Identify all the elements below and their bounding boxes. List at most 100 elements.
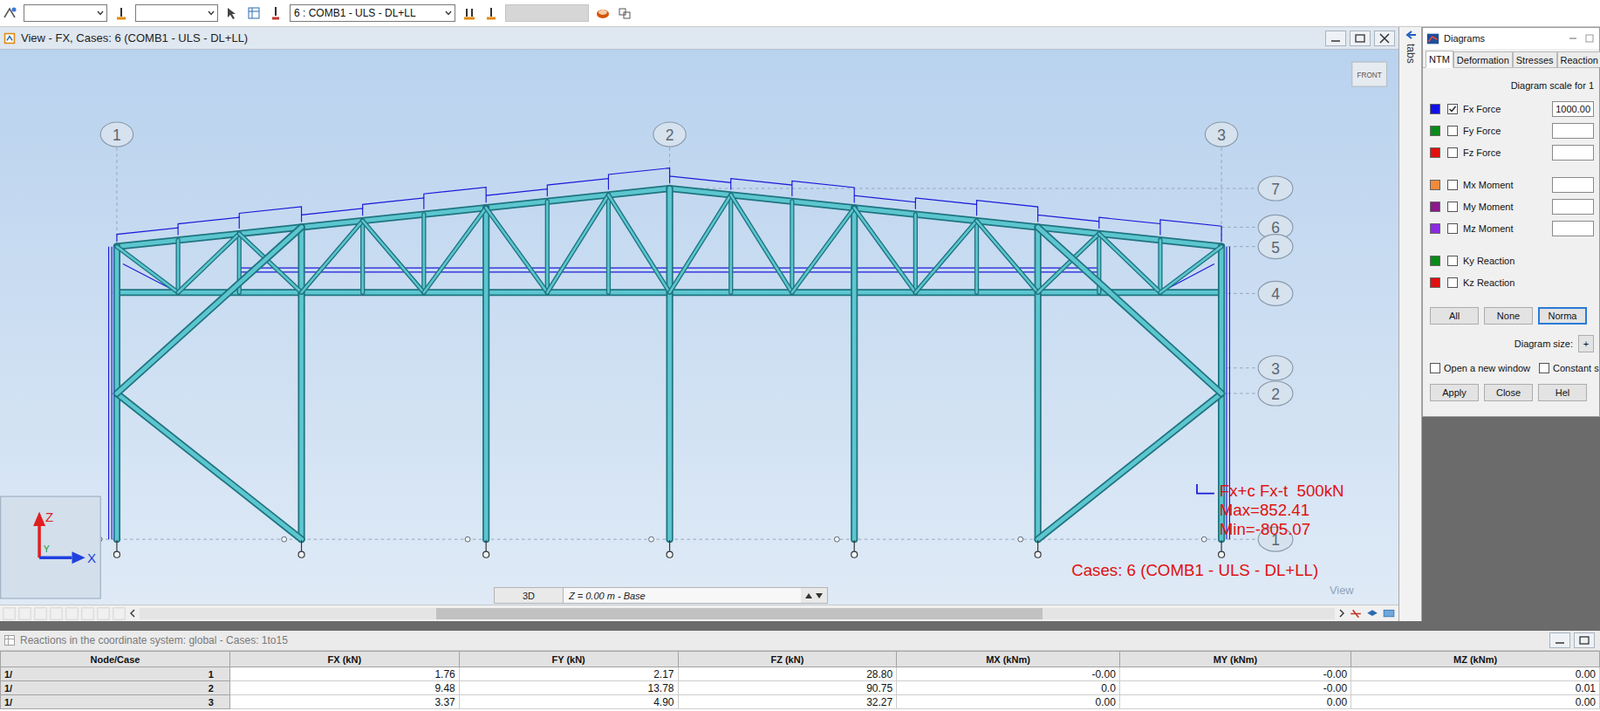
scale-input[interactable] [1552,220,1594,237]
mode-tab[interactable]: 3D [494,588,564,603]
structure-view[interactable]: 1237654321FRONTFx+c Fx-t 500kNMax=852.41… [0,49,1399,605]
node-icon[interactable] [113,5,130,21]
color-swatch[interactable] [1429,147,1441,158]
diagram-checkbox[interactable] [1447,255,1458,267]
steel-icon[interactable] [81,607,95,621]
frame-member[interactable] [669,188,671,540]
frame-member[interactable] [1038,233,1100,293]
size-plus-button[interactable]: + [1578,335,1594,353]
column-header[interactable]: MY (kNm) [1119,651,1351,668]
mode-icon[interactable] [96,607,110,621]
cursor-icon[interactable] [224,5,240,21]
minimize-icon[interactable] [1325,30,1347,47]
frame-member[interactable] [485,207,487,540]
support-icon[interactable] [483,540,490,558]
diagram-checkbox[interactable] [1447,201,1458,212]
base-node[interactable] [1201,536,1207,542]
frame-member[interactable] [670,188,1222,247]
frame-member[interactable] [976,220,978,293]
option-checkbox[interactable] [1429,362,1441,374]
support-icon[interactable] [298,540,305,558]
support-icon[interactable] [851,540,858,558]
diagram-checkbox[interactable] [1447,125,1458,137]
view-cube[interactable]: FRONT [1352,61,1388,87]
steel-icon[interactable] [594,5,611,21]
frame-member[interactable] [423,207,486,293]
option-checkbox[interactable] [1538,362,1550,374]
horizontal-scrollbar[interactable] [139,608,1335,620]
table-icon[interactable] [34,607,48,621]
column-header[interactable]: FZ (kN) [677,651,897,668]
frame-member[interactable] [116,246,178,294]
minimize-icon[interactable] [1549,632,1571,649]
frame-member[interactable] [1038,226,1222,394]
preset-button[interactable]: Norma [1538,307,1587,325]
combo-icon[interactable] [461,5,478,21]
diagrams-tab[interactable]: Reaction [1557,51,1600,68]
maximize-icon[interactable] [1349,30,1371,47]
toolbar-combo[interactable]: 6 : COMB1 - ULS - DL+LL [289,4,456,22]
base-node[interactable] [464,536,471,542]
dropdown-arrow-icon[interactable] [206,8,216,18]
action-button[interactable]: Hel [1538,383,1587,402]
dropdown-arrow-icon[interactable] [95,8,105,18]
color-swatch[interactable] [1429,179,1441,191]
frame-member[interactable] [915,214,917,294]
frame-member[interactable] [362,220,363,293]
frame-member[interactable] [116,188,671,247]
frame-member[interactable] [791,201,793,293]
column-header[interactable]: FX (kN) [229,651,459,668]
toolbar-combo[interactable] [23,4,108,22]
tabs-label[interactable]: tabs [1404,43,1417,64]
action-button[interactable]: Apply [1429,383,1479,402]
canvas[interactable]: 1237654321FRONTFx+c Fx-t 500kNMax=852.41… [0,49,1399,605]
frame-member[interactable] [854,207,855,540]
frame-member[interactable] [608,194,609,293]
action-button[interactable]: Close [1483,383,1533,402]
frame-member[interactable] [547,194,609,293]
base-node[interactable] [1018,536,1024,542]
node-icon[interactable] [18,607,32,621]
table-row[interactable]: 1/29.4813.7890.750.0-0.000.01 [0,681,1600,696]
frame-member[interactable] [977,220,1039,293]
mode-icon[interactable] [616,5,633,21]
close-icon[interactable] [1374,30,1395,47]
preset-button[interactable]: All [1429,307,1479,325]
query-icon[interactable] [1,5,18,21]
base-node[interactable] [649,536,655,542]
layers-icon[interactable] [1365,607,1380,621]
diagram-checkbox[interactable] [1447,103,1458,115]
frame-member[interactable] [301,220,363,293]
scale-input[interactable]: 1000.00 [1552,101,1594,117]
frame-member[interactable] [1038,393,1222,540]
toolbar-combo[interactable] [135,4,219,22]
split-icon[interactable] [1348,607,1363,621]
frame-member[interactable] [423,214,424,294]
diagrams-tab[interactable]: Stresses [1512,51,1558,68]
frame-member[interactable] [731,194,793,293]
scroll-thumb[interactable] [436,608,1043,620]
color-swatch[interactable] [1429,277,1441,288]
preset-button[interactable]: None [1483,307,1533,325]
frame-member[interactable] [1099,233,1161,293]
dropdown-arrow-icon[interactable] [444,8,453,18]
color-swatch[interactable] [1429,125,1441,137]
minimize-icon[interactable] [1566,34,1580,43]
column-header[interactable]: FY (kN) [458,651,678,668]
cursor-icon[interactable] [2,607,16,621]
table-icon[interactable] [246,5,262,21]
color-swatch[interactable] [1429,255,1441,267]
support-icon[interactable] [1034,540,1041,558]
table-row[interactable]: 1/33.374.9032.270.000.000.00 [0,695,1600,710]
column-header[interactable]: MZ (kNm) [1351,651,1600,668]
scroll-left-icon[interactable] [128,608,137,619]
diagram-checkbox[interactable] [1447,147,1458,158]
scroll-right-icon[interactable] [1337,608,1347,619]
frame-member[interactable] [608,194,670,293]
arrow-left-icon[interactable] [1404,29,1417,41]
color-swatch[interactable] [1429,223,1441,234]
diagrams-tab[interactable]: NTM [1425,50,1454,69]
frame-member[interactable] [670,194,732,293]
level-up-icon[interactable] [804,591,814,601]
scale-input[interactable] [1552,198,1594,215]
